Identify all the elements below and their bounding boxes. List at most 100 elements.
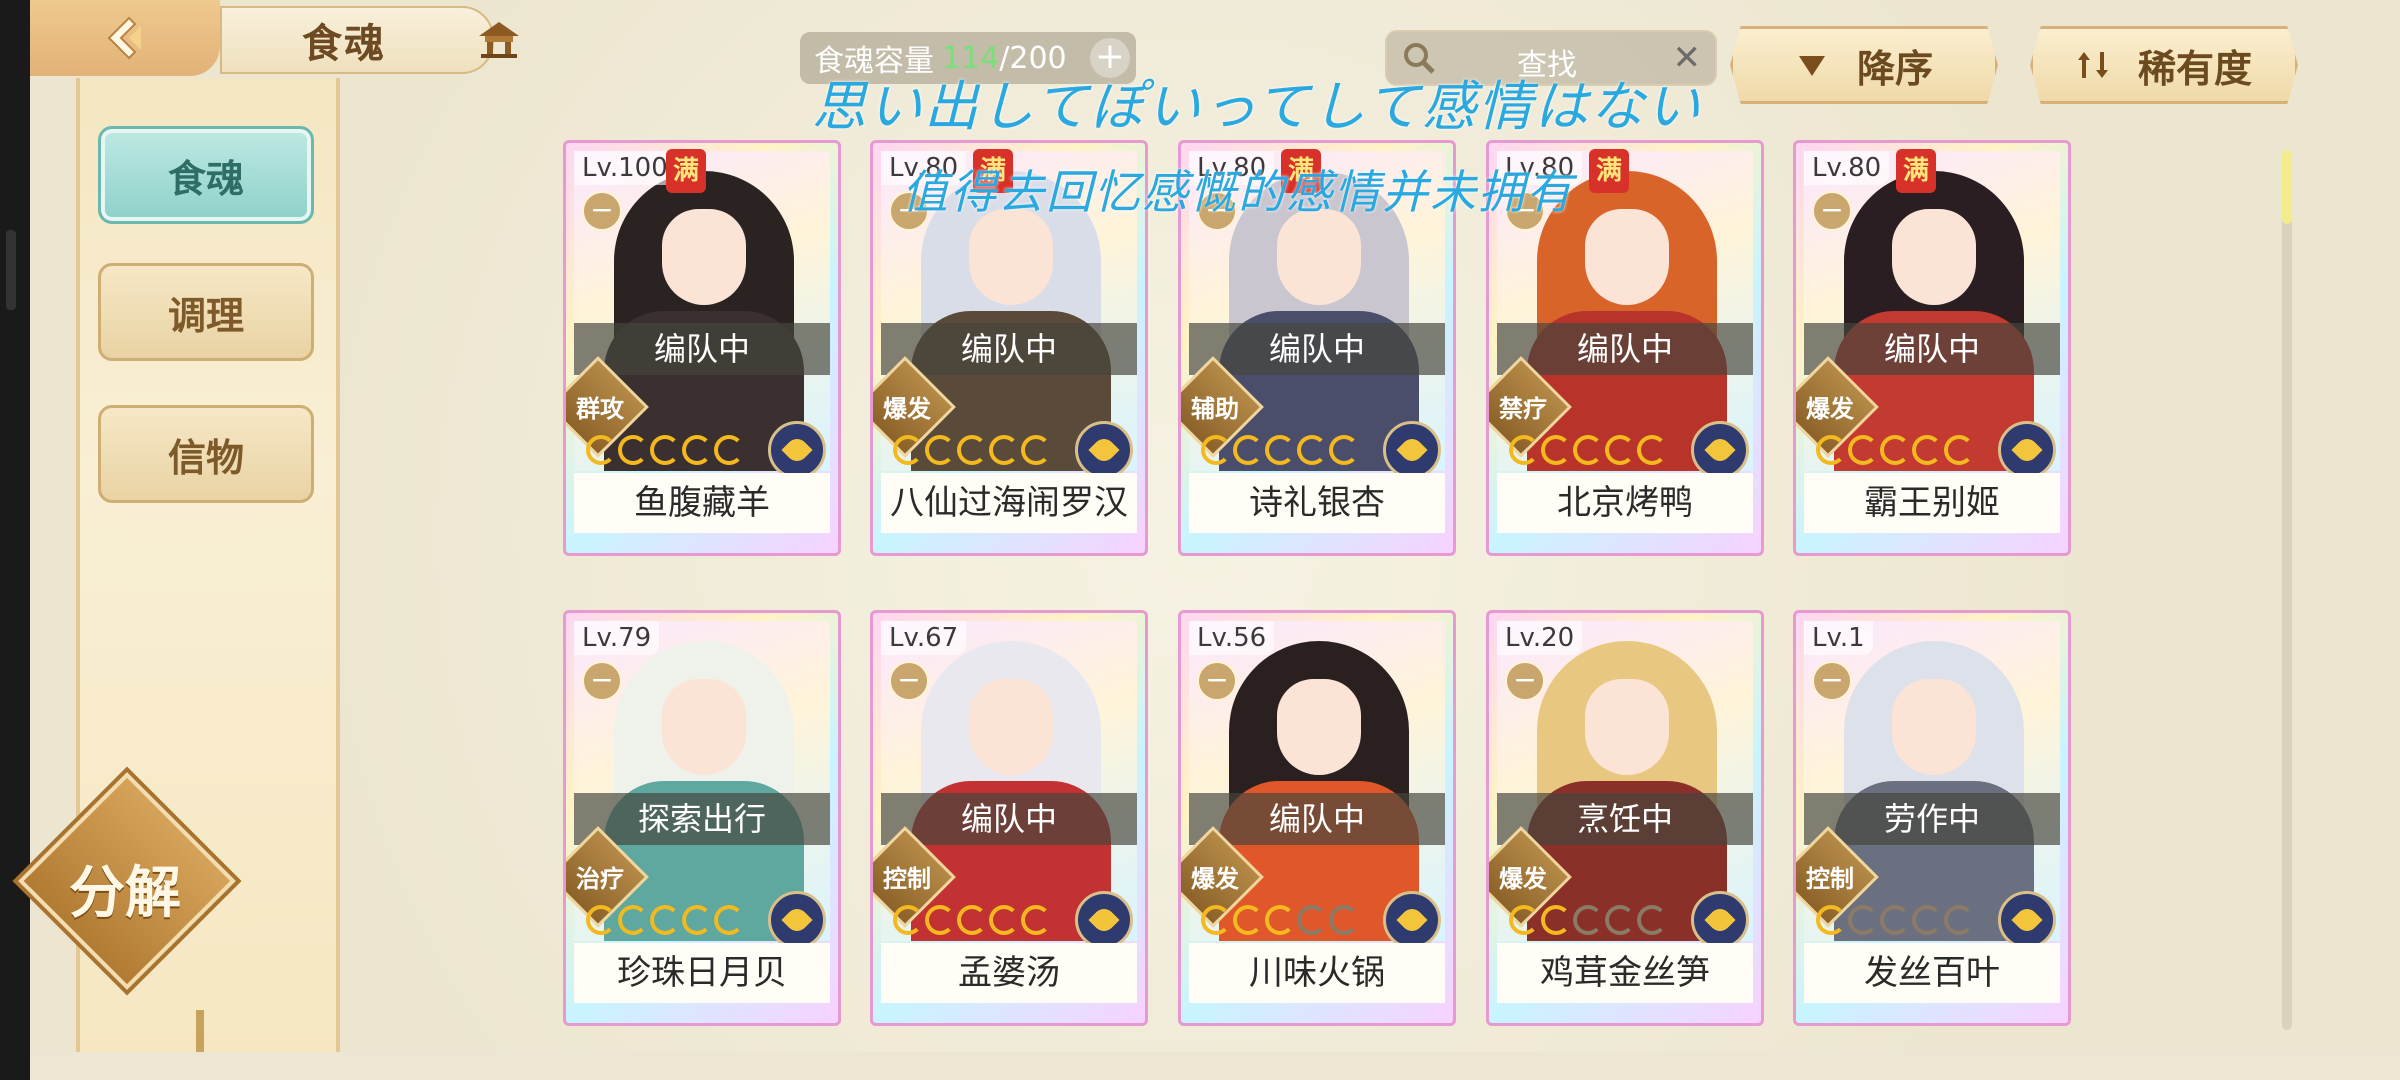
tab-food-souls[interactable]: 食魂 [98, 126, 314, 224]
rank-stars [1201, 905, 1359, 935]
food-soul-card[interactable]: Lv.79 − 探索出行 治疗 珍珠日月贝 [563, 610, 841, 1026]
character-name: 鸡茸金丝笋 [1497, 943, 1753, 1003]
food-soul-card[interactable]: Lv.20 − 烹饪中 爆发 鸡茸金丝笋 [1486, 610, 1764, 1026]
food-soul-card[interactable]: Lv.100 满 − 编队中 群攻 鱼腹藏羊 [563, 140, 841, 556]
scrollbar-thumb[interactable] [2282, 150, 2292, 224]
rank-star-icon [1233, 905, 1263, 935]
rank-stars [1201, 435, 1359, 465]
portrait-face [1585, 679, 1669, 775]
rank-star-icon [1912, 435, 1942, 465]
sort-order-label: 降序 [1856, 46, 1933, 91]
rank-star-icon [925, 905, 955, 935]
status-label: 编队中 [1497, 323, 1753, 375]
decompose-label: 分解 [69, 861, 181, 926]
status-label: 编队中 [1189, 323, 1445, 375]
rank-star-icon [1265, 905, 1295, 935]
rank-star-icon [1509, 905, 1539, 935]
portrait-face [1892, 679, 1976, 775]
role-label: 控制 [1806, 865, 1854, 893]
rank-star-icon [1944, 435, 1974, 465]
rank-star-icon [650, 905, 680, 935]
food-soul-card[interactable]: Lv.1 − 劳作中 控制 发丝百叶 [1793, 610, 2071, 1026]
portrait-face [1277, 209, 1361, 305]
rank-star-icon [1573, 435, 1603, 465]
sort-key-button[interactable]: 稀有度 [2030, 26, 2298, 104]
rank-star-icon [650, 435, 680, 465]
element-icon [1383, 891, 1441, 949]
remove-icon[interactable]: − [1505, 661, 1545, 701]
role-label: 辅助 [1191, 395, 1239, 423]
portrait-face [1892, 209, 1976, 305]
back-button[interactable] [30, 0, 220, 76]
sort-order-button[interactable]: 降序 [1730, 26, 1998, 104]
role-label: 群攻 [576, 395, 624, 423]
element-icon [1075, 891, 1133, 949]
max-level-badge: 满 [1896, 149, 1936, 193]
element-icon [1383, 421, 1441, 479]
tab-tokens[interactable]: 信物 [98, 405, 314, 503]
rank-star-icon [1509, 435, 1539, 465]
rank-star-icon [682, 905, 712, 935]
rank-star-icon [1880, 435, 1910, 465]
device-bezel [0, 0, 30, 1080]
subtitle-overlay-chinese: 值得去回忆感慨的感情并未拥有 [902, 165, 1574, 219]
character-name: 珍珠日月贝 [574, 943, 830, 1003]
rank-star-icon [1605, 435, 1635, 465]
rank-star-icon [1021, 435, 1051, 465]
status-label: 编队中 [881, 323, 1137, 375]
status-label: 烹饪中 [1497, 793, 1753, 845]
rank-star-icon [957, 905, 987, 935]
level-label: Lv.79 [574, 621, 660, 655]
role-label: 控制 [883, 865, 931, 893]
rank-star-icon [989, 905, 1019, 935]
rank-star-icon [1605, 905, 1635, 935]
element-icon [768, 891, 826, 949]
role-label: 爆发 [1499, 865, 1547, 893]
character-name: 北京烤鸭 [1497, 473, 1753, 533]
max-level-badge: 满 [666, 149, 706, 193]
remove-icon[interactable]: − [582, 191, 622, 231]
food-soul-card[interactable]: Lv.80 满 − 编队中 爆发 霸王别姬 [1793, 140, 2071, 556]
rank-stars [586, 905, 744, 935]
portrait-face [662, 679, 746, 775]
status-label: 编队中 [1804, 323, 2060, 375]
rank-star-icon [1265, 435, 1295, 465]
remove-icon[interactable]: − [1197, 661, 1237, 701]
status-label: 编队中 [574, 323, 830, 375]
remove-icon[interactable]: − [889, 661, 929, 701]
rank-stars [893, 435, 1051, 465]
remove-icon[interactable]: − [1812, 191, 1852, 231]
rank-star-icon [1637, 905, 1667, 935]
remove-icon[interactable]: − [1812, 661, 1852, 701]
level-label: Lv.56 [1189, 621, 1275, 655]
rank-star-icon [1880, 905, 1910, 935]
game-screen: 食魂 食魂容量 114/200 + 查找 ✕ 降序 稀有度 食魂 调理 信物 分… [0, 0, 2400, 1080]
portrait-face [1277, 679, 1361, 775]
character-name: 孟婆汤 [881, 943, 1137, 1003]
rank-star-icon [925, 435, 955, 465]
rank-star-icon [1912, 905, 1942, 935]
portrait-face [662, 209, 746, 305]
role-label: 爆发 [1191, 865, 1239, 893]
rank-star-icon [1541, 905, 1571, 935]
scrollbar-track[interactable] [2282, 150, 2292, 1030]
rank-star-icon [682, 435, 712, 465]
rank-star-icon [714, 905, 744, 935]
rank-star-icon [1297, 435, 1327, 465]
rank-stars [893, 905, 1051, 935]
status-label: 编队中 [1189, 793, 1445, 845]
pavilion-icon[interactable] [475, 14, 523, 62]
character-name: 霸王别姬 [1804, 473, 2060, 533]
rank-star-icon [1297, 905, 1327, 935]
remove-icon[interactable]: − [582, 661, 622, 701]
rank-star-icon [893, 435, 923, 465]
rank-stars [1509, 905, 1667, 935]
food-soul-card[interactable]: Lv.67 − 编队中 控制 孟婆汤 [870, 610, 1148, 1026]
triangle-down-icon [1798, 56, 1825, 76]
food-soul-card[interactable]: Lv.56 − 编队中 爆发 川味火锅 [1178, 610, 1456, 1026]
element-icon [1998, 421, 2056, 479]
rank-stars [1816, 435, 1974, 465]
rank-star-icon [1201, 435, 1231, 465]
tab-conditioning[interactable]: 调理 [98, 263, 314, 361]
subtitle-overlay-japanese: 思い出してぽいってして感情はない [812, 75, 1703, 138]
